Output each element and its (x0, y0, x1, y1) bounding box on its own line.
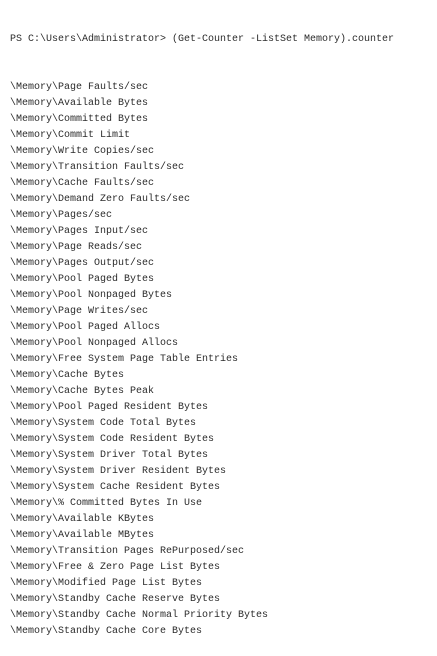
counter-list: \Memory\Page Faults/sec \Memory\Available… (10, 80, 394, 640)
output-line: \Memory\System Driver Resident Bytes (10, 466, 227, 477)
output-line: \Memory\Page Writes/sec (10, 306, 149, 317)
output-line: \Memory\Transition Pages RePurposed/sec (10, 546, 245, 557)
output-line: \Memory\System Code Resident Bytes (10, 434, 215, 445)
output-line: \Memory\Available MBytes (10, 530, 155, 541)
output-line: \Memory\Pool Nonpaged Allocs (10, 338, 179, 349)
output-line: \Memory\Page Faults/sec (10, 82, 149, 93)
output-line: \Memory\Free & Zero Page List Bytes (10, 562, 221, 573)
output-line: \Memory\Standby Cache Reserve Bytes (10, 594, 221, 605)
output-line: \Memory\System Cache Resident Bytes (10, 482, 221, 493)
output-line: \Memory\Pages Output/sec (10, 258, 155, 269)
output-line: \Memory\Transition Faults/sec (10, 162, 185, 173)
output-line: \Memory\Committed Bytes (10, 114, 149, 125)
command-prompt-line: PS C:\Users\Administrator> (Get-Counter … (10, 34, 395, 45)
output-line: \Memory\Cache Bytes Peak (10, 386, 155, 397)
output-line: \Memory\Available KBytes (10, 514, 155, 525)
output-line: \Memory\System Driver Total Bytes (10, 450, 209, 461)
output-line: \Memory\Modified Page List Bytes (10, 578, 203, 589)
output-line: \Memory\Pool Paged Bytes (10, 274, 155, 285)
output-line: \Memory\Demand Zero Faults/sec (10, 194, 191, 205)
output-line: \Memory\Pool Paged Allocs (10, 322, 161, 333)
output-line: \Memory\% Committed Bytes In Use (10, 498, 203, 509)
output-line: \Memory\Commit Limit (10, 130, 131, 141)
output-line: \Memory\Pool Nonpaged Bytes (10, 290, 173, 301)
output-line: \Memory\Free System Page Table Entries (10, 354, 239, 365)
output-line: \Memory\Write Copies/sec (10, 146, 155, 157)
output-line: \Memory\System Code Total Bytes (10, 418, 197, 429)
output-line: \Memory\Available Bytes (10, 98, 149, 109)
output-line: \Memory\Cache Faults/sec (10, 178, 155, 189)
output-line: \Memory\Page Reads/sec (10, 242, 143, 253)
output-line: \Memory\Pages/sec (10, 210, 113, 221)
output-line: \Memory\Pool Paged Resident Bytes (10, 402, 209, 413)
output-line: \Memory\Standby Cache Normal Priority By… (10, 610, 269, 621)
output-line: \Memory\Pages Input/sec (10, 226, 149, 237)
console-output[interactable]: PS C:\Users\Administrator> (Get-Counter … (10, 0, 394, 656)
output-line: \Memory\Standby Cache Core Bytes (10, 626, 203, 637)
output-line: \Memory\Cache Bytes (10, 370, 125, 381)
